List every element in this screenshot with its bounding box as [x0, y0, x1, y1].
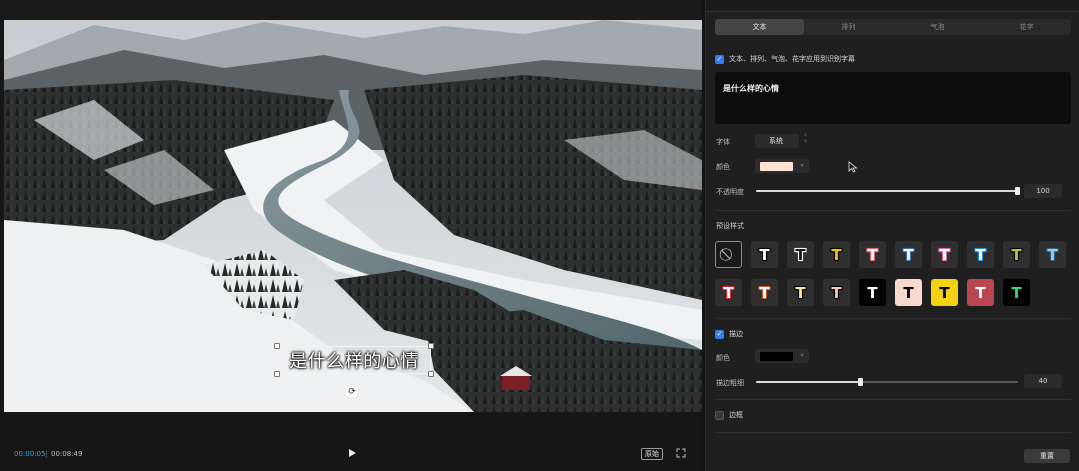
stroke-color-picker[interactable]: ⌄ — [755, 349, 809, 363]
preset-style-14[interactable]: T — [859, 279, 886, 306]
text-color-swatch — [760, 162, 793, 171]
inspector-tabs: 文本 排列 气泡 花字 — [715, 19, 1071, 35]
preset-styles-title: 预设样式 — [716, 222, 744, 230]
mouse-cursor-icon — [848, 161, 858, 173]
preset-style-7[interactable]: T — [967, 241, 994, 268]
player-topbar — [0, 0, 702, 20]
preset-style-11[interactable]: T — [751, 279, 778, 306]
preset-style-1[interactable]: T — [751, 241, 778, 268]
opacity-slider-thumb[interactable] — [1015, 187, 1020, 195]
preset-style-none-icon[interactable]: ⃠ — [715, 241, 742, 268]
fullscreen-icon[interactable] — [676, 448, 686, 458]
ratio-button[interactable]: 原始 — [641, 448, 663, 460]
apply-to-subtitles-row[interactable]: ✓ 文本、排列、气泡、花字应用到识别字幕 — [715, 54, 855, 64]
border-label: 边框 — [729, 411, 743, 419]
preset-style-13[interactable]: T — [823, 279, 850, 306]
total-time: 00:08:49 — [51, 450, 83, 458]
opacity-label: 不透明度 — [716, 188, 744, 196]
opacity-slider[interactable] — [756, 187, 1020, 195]
preset-style-18[interactable]: T — [1003, 279, 1030, 306]
preset-style-10[interactable]: T — [715, 279, 742, 306]
preset-style-17[interactable]: T — [967, 279, 994, 306]
preset-style-12[interactable]: T — [787, 279, 814, 306]
chevron-down-icon: ⌄ — [799, 350, 805, 358]
tab-text[interactable]: 文本 — [715, 19, 804, 35]
divider — [715, 210, 1071, 211]
preset-style-4[interactable]: T — [859, 241, 886, 268]
border-checkbox[interactable] — [715, 410, 724, 420]
text-color-picker[interactable]: ⌄ — [755, 159, 809, 173]
divider — [715, 318, 1071, 319]
resize-handle-bottom-right[interactable] — [428, 371, 434, 377]
divider — [715, 432, 1071, 433]
stroke-width-slider[interactable] — [756, 378, 1018, 386]
apply-to-subtitles-label: 文本、排列、气泡、花字应用到识别字幕 — [729, 55, 855, 63]
preset-style-9[interactable]: T — [1039, 241, 1066, 268]
font-stepper[interactable]: ˄ ˅ — [801, 134, 810, 148]
opacity-value-input[interactable]: 100 — [1024, 184, 1062, 198]
stroke-color-label: 颜色 — [716, 354, 730, 362]
preset-style-3[interactable]: T — [823, 241, 850, 268]
tab-arrange[interactable]: 排列 — [804, 19, 893, 35]
preset-style-15[interactable]: T — [895, 279, 922, 306]
preset-style-6[interactable]: T — [931, 241, 958, 268]
panel-header — [706, 0, 1079, 12]
preset-style-8[interactable]: T — [1003, 241, 1030, 268]
stroke-width-slider-thumb[interactable] — [858, 378, 863, 386]
caption-selection-box[interactable]: 是什么样的心情 — [277, 346, 431, 374]
player-panel: 是什么样的心情 ⟳ 00:00:05 | 00:08:49 原始 — [0, 0, 702, 471]
playback-bar: 00:00:05 | 00:08:49 原始 — [0, 440, 702, 466]
rotate-icon[interactable]: ⟳ — [346, 386, 358, 398]
color-label: 颜色 — [716, 163, 730, 171]
font-select[interactable]: 系统 — [755, 134, 799, 148]
apply-to-subtitles-checkbox[interactable]: ✓ — [715, 54, 724, 64]
video-preview[interactable]: 是什么样的心情 ⟳ — [4, 20, 702, 412]
stroke-width-value-input[interactable]: 40 — [1024, 374, 1062, 388]
tab-bubble[interactable]: 气泡 — [893, 19, 982, 35]
stroke-color-swatch — [760, 352, 793, 361]
font-label: 字体 — [716, 138, 730, 146]
opacity-slider-fill — [756, 190, 1018, 192]
stroke-row[interactable]: ✓ 描边 — [715, 329, 743, 339]
resize-handle-top-left[interactable] — [274, 343, 280, 349]
stroke-width-label: 描边粗细 — [716, 379, 744, 387]
text-inspector-panel: 文本 排列 气泡 花字 ✓ 文本、排列、气泡、花字应用到识别字幕 是什么样的心情… — [705, 0, 1079, 471]
resize-handle-bottom-left[interactable] — [274, 371, 280, 377]
chevron-down-icon: ⌄ — [799, 160, 805, 168]
border-row[interactable]: 边框 — [715, 410, 743, 420]
resize-handle-top-right[interactable] — [428, 343, 434, 349]
reset-button[interactable]: 重置 — [1024, 449, 1070, 463]
stroke-checkbox[interactable]: ✓ — [715, 329, 724, 339]
play-button[interactable] — [346, 447, 358, 459]
divider — [715, 399, 1071, 400]
stroke-label: 描边 — [729, 330, 743, 338]
caption-text[interactable]: 是什么样的心情 — [289, 347, 419, 373]
time-separator: | — [45, 450, 48, 458]
preset-style-5[interactable]: T — [895, 241, 922, 268]
stroke-width-slider-fill — [756, 381, 861, 383]
play-icon — [349, 449, 356, 457]
chevron-down-icon: ˅ — [804, 140, 807, 147]
caption-text-input[interactable]: 是什么样的心情 — [715, 72, 1071, 124]
preset-style-2[interactable]: T — [787, 241, 814, 268]
preset-style-16[interactable]: T — [931, 279, 958, 306]
tab-fancy-text[interactable]: 花字 — [982, 19, 1071, 35]
video-editor: 是什么样的心情 ⟳ 00:00:05 | 00:08:49 原始 文本 排列 气… — [0, 0, 1079, 471]
current-time: 00:00:05 — [14, 450, 46, 458]
